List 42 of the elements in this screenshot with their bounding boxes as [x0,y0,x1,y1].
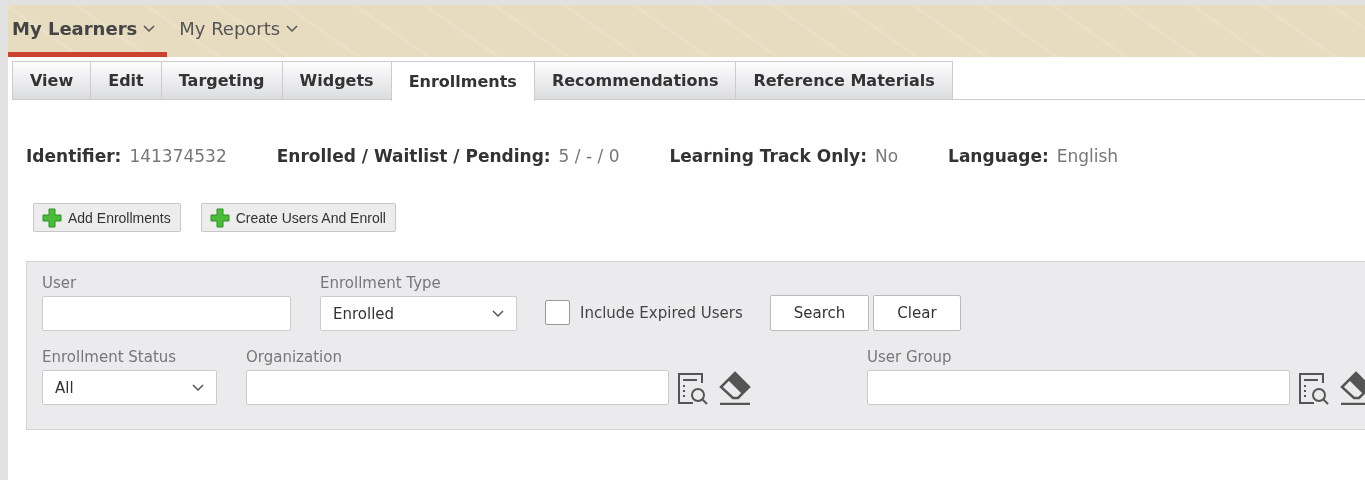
detail-value: No [874,146,899,166]
dropdown[interactable]: All [42,370,217,405]
chevron-icon [143,24,156,33]
tab[interactable]: Reference Materials [735,61,953,99]
tab[interactable]: Widgets [281,61,392,99]
chevron-icon [192,383,204,392]
detail-label: Identifier: [26,146,122,166]
search-button[interactable]: Search [769,295,870,331]
detail-label: Language: [948,146,1049,166]
tab[interactable]: Targeting [160,61,283,99]
lookup-icon [676,371,710,405]
chevron-icon [286,24,299,33]
detail-label: Learning Track Only: [669,146,867,166]
tab[interactable]: View [12,61,92,99]
tab[interactable]: Edit [90,61,162,99]
eraser-icon [718,371,752,405]
add-button[interactable]: Add Enrollments [33,203,181,232]
detail-value: English [1056,146,1119,166]
eraser-icon [1339,371,1365,405]
text-field[interactable] [867,370,1290,405]
field-label: Organization [246,348,343,366]
nav-menu[interactable]: My Reports [175,5,311,57]
field-label: Enrollment Type [320,274,442,292]
chevron-icon [492,309,504,318]
checkbox[interactable] [545,300,570,325]
detail-value: 5 / - / 0 [558,146,620,166]
checkbox-label: Include Expired Users [580,303,743,322]
field-label: User [42,274,78,292]
dropdown[interactable]: Enrolled [320,296,517,331]
plus-icon [42,207,62,228]
clear-button[interactable]: Clear [873,295,961,331]
add-button[interactable]: Create Users And Enroll [200,203,396,232]
text-field[interactable] [246,370,669,405]
field-label: Enrollment Status [42,348,178,366]
tab[interactable]: Enrollments [390,61,535,101]
plus-icon [209,207,230,228]
tab[interactable]: Recommendations [533,61,737,99]
lookup-icon [1297,371,1331,405]
field-label: User Group [867,348,953,366]
detail-label: Enrolled / Waitlist / Pending: [276,146,551,166]
detail-value: 141374532 [129,146,227,166]
text-field[interactable] [42,296,291,331]
